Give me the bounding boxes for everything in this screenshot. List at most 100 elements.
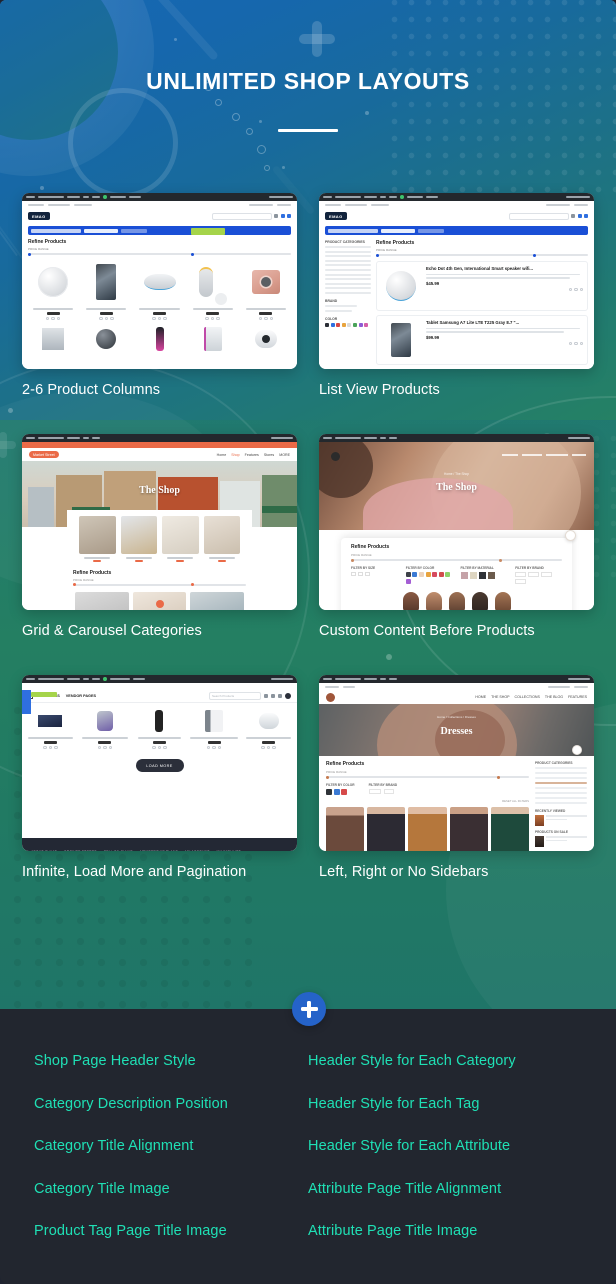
feature-item[interactable]: Attribute Page Title Image [308,1223,582,1239]
product-card[interactable] [189,708,240,749]
footer-link[interactable]: MY WISHLIST [217,850,241,851]
product-card[interactable] [25,708,76,749]
menu-item[interactable]: THE SHOP [491,695,509,699]
feature-item[interactable]: Shop Page Header Style [34,1053,308,1069]
category-card[interactable] [203,516,240,562]
screenshot-custom-content[interactable]: Home / The Shop The Shop Refine Products… [319,434,594,610]
category-menu-bar[interactable] [325,226,588,235]
search-input[interactable] [508,212,569,220]
screenshot-list-view[interactable]: EMAG PRODUCT CATEGORIES BRAND COLOR Refi… [319,193,594,369]
product-card[interactable] [80,708,131,749]
color-swatches[interactable] [326,789,355,795]
search-input[interactable] [211,212,272,220]
scroll-down-icon[interactable] [572,745,582,755]
list-item[interactable]: Echo Dot 4th Gen, International Smart sp… [376,261,588,311]
product-image[interactable] [190,591,245,610]
product-image[interactable] [449,807,488,851]
card-grid-carousel[interactable]: Market Street Home Shop Features Stores … [22,434,297,657]
menu-item[interactable]: HOME [475,695,486,699]
category-card[interactable] [79,516,116,562]
price-slider[interactable] [351,558,562,562]
menu-item[interactable]: Home [217,453,227,457]
feature-item[interactable]: Category Title Image [34,1181,308,1197]
scroll-down-icon[interactable] [565,530,576,541]
product-image[interactable] [471,592,488,610]
menu-item[interactable]: THE BLOG [545,695,563,699]
list-item[interactable]: Tablet Samsung A7 Lite LTE T225 Gray 8.7… [376,315,588,365]
product-image[interactable] [367,807,406,851]
site-logo[interactable] [331,452,340,461]
color-swatches[interactable] [405,572,453,584]
screenshot-load-more[interactable]: SHOP PAGES VENDOR PAGES Search Products [22,675,297,851]
screenshot-sidebars[interactable]: HOME THE SHOP COLLECTIONS THE BLOG FEATU… [319,675,594,851]
feature-item[interactable]: Header Style for Each Attribute [308,1138,582,1154]
main-menu[interactable]: HOME THE SHOP COLLECTIONS THE BLOG FEATU… [475,695,587,699]
card-product-columns[interactable]: EMAG Refine Products PRICE RANGE 2-6 Pro… [22,193,297,416]
feature-item[interactable]: Header Style for Each Category [308,1053,582,1069]
user-icon[interactable] [274,214,278,218]
product-image[interactable] [75,591,129,610]
product-card[interactable] [241,324,291,354]
nav-item[interactable]: VENDOR PAGES [66,694,96,698]
menu-item[interactable]: COLLECTIONS [515,695,540,699]
price-slider[interactable] [326,775,529,779]
price-slider[interactable] [73,583,246,587]
product-card[interactable] [134,259,184,320]
category-card[interactable] [120,516,157,562]
menu-item[interactable]: MORE [279,453,290,457]
footer-link[interactable]: BROWSE STORES [64,850,97,851]
footer-link[interactable]: MEMBERSHIP PLANS [140,850,178,851]
search-input[interactable]: Search Products [209,692,261,700]
wishlist-icon[interactable] [280,214,285,218]
card-list-view[interactable]: EMAG PRODUCT CATEGORIES BRAND COLOR Refi… [319,193,594,416]
product-image[interactable] [326,807,365,851]
feature-item[interactable]: Category Title Alignment [34,1138,308,1154]
footer-link[interactable]: MY ACCOUNT [185,850,210,851]
screenshot-product-columns[interactable]: EMAG Refine Products PRICE RANGE [22,193,297,369]
reset-filters-link[interactable]: RESET ALL FILTERS [326,799,529,803]
menu-item[interactable]: FEATURES [568,695,587,699]
carousel-indicator[interactable] [155,600,164,608]
product-image[interactable] [408,807,447,851]
feature-item[interactable]: Product Tag Page Title Image [34,1223,308,1239]
feature-item[interactable]: Header Style for Each Tag [308,1096,582,1112]
site-logo[interactable] [326,692,335,702]
search-icon[interactable] [278,694,282,698]
card-sidebars[interactable]: HOME THE SHOP COLLECTIONS THE BLOG FEATU… [319,675,594,898]
user-icon[interactable] [571,214,575,218]
main-menu[interactable]: Home Shop Features Stores MORE [217,453,290,457]
cart-icon[interactable] [584,214,588,218]
wishlist-icon[interactable] [271,694,275,698]
product-card[interactable] [134,324,184,354]
price-slider[interactable] [28,252,291,256]
footer-link[interactable]: ABOUT CLNAD [31,850,57,851]
card-load-more[interactable]: SHOP PAGES VENDOR PAGES Search Products [22,675,297,898]
feature-item[interactable]: Category Description Position [34,1096,308,1112]
product-card[interactable] [28,259,79,320]
feature-item[interactable]: Attribute Page Title Alignment [308,1181,582,1197]
wishlist-icon[interactable] [577,214,582,218]
footer-link[interactable]: SELL ON CLNAD [104,850,133,851]
product-card[interactable] [188,324,238,354]
product-card[interactable] [28,324,78,354]
product-image[interactable] [425,592,442,610]
sidebar-product[interactable] [535,815,587,826]
cart-icon[interactable] [287,214,291,218]
product-card[interactable] [81,259,131,320]
screenshot-grid-carousel[interactable]: Market Street Home Shop Features Stores … [22,434,297,610]
sidebar-product[interactable] [535,836,587,847]
category-menu-bar[interactable] [28,226,291,235]
product-card[interactable] [81,324,131,354]
load-more-button[interactable]: LOAD MORE [135,759,184,772]
product-card[interactable] [134,708,185,749]
plus-icon[interactable] [292,992,326,1026]
product-card[interactable] [241,259,291,320]
menu-item[interactable]: Stores [264,453,274,457]
product-card[interactable] [188,259,238,320]
price-slider[interactable] [376,253,588,257]
product-card[interactable] [243,708,294,749]
category-card[interactable] [162,516,199,562]
compare-icon[interactable] [264,694,268,698]
card-custom-content[interactable]: Home / The Shop The Shop Refine Products… [319,434,594,657]
product-image[interactable] [448,592,465,610]
